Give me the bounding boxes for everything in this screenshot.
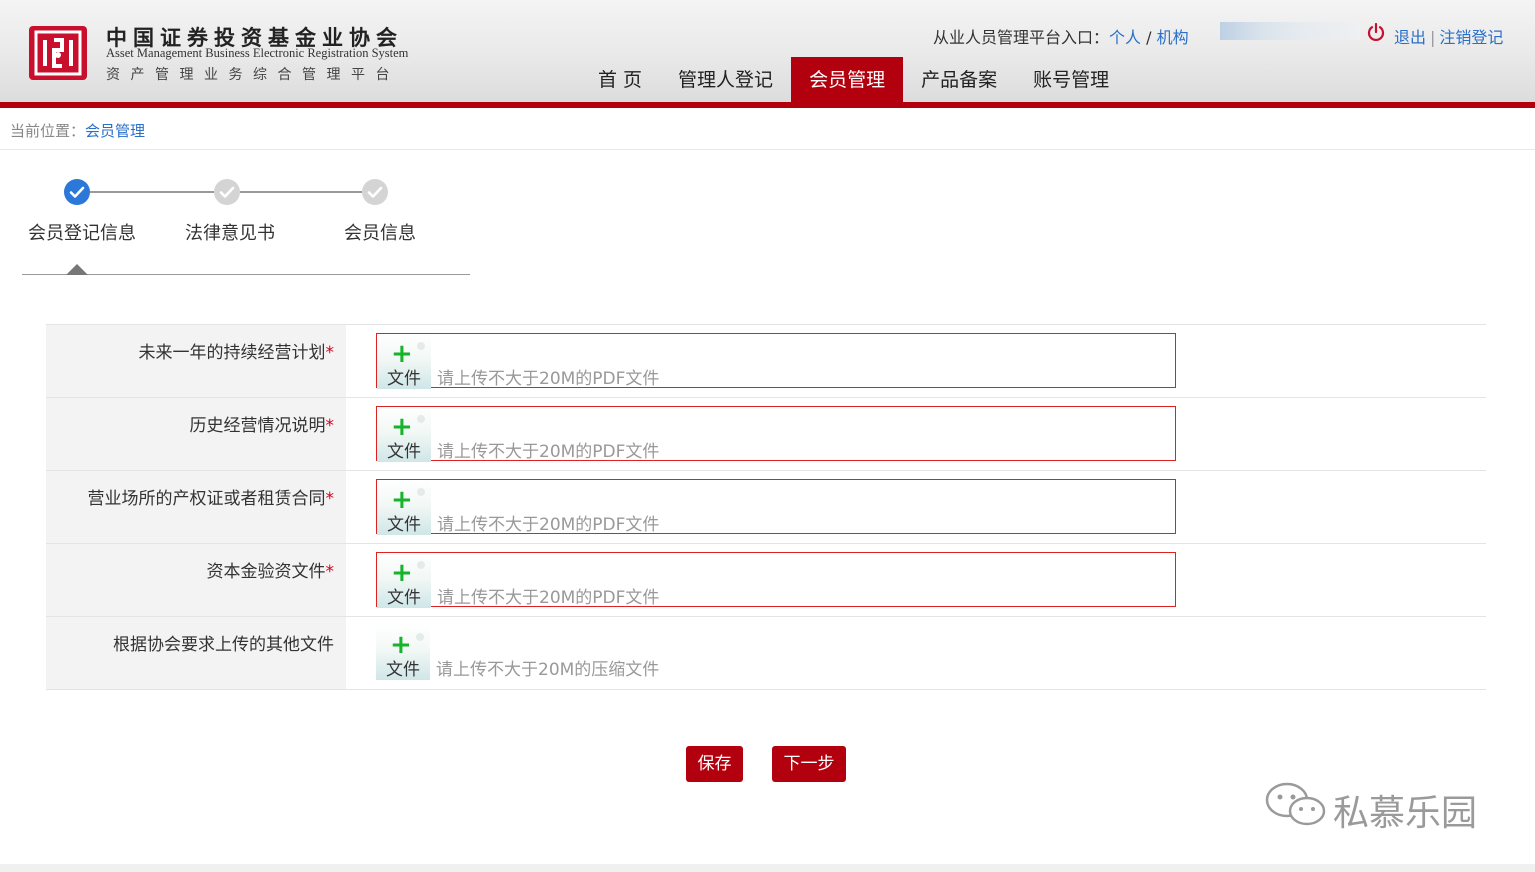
step-1-label[interactable]: 会员登记信息 <box>28 219 136 245</box>
required-mark: * <box>325 562 335 582</box>
nav-product-filing[interactable]: 产品备案 <box>903 57 1015 102</box>
add-file-button[interactable]: + 文件 <box>377 553 431 608</box>
link-separator: | <box>1430 28 1436 47</box>
breadcrumb-current[interactable]: 会员管理 <box>85 122 145 140</box>
upload-hint: 请上传不大于20M的PDF文件 <box>437 588 660 608</box>
nav-membership[interactable]: 会员管理 <box>791 57 904 102</box>
steps-underline <box>22 274 470 275</box>
watermark: 私慕乐园 <box>1263 780 1493 834</box>
field-label-text: 资本金验资文件 <box>206 562 326 582</box>
wechat-icon <box>1265 782 1326 826</box>
current-step-caret-icon <box>66 264 88 275</box>
upload-hint: 请上传不大于20M的压缩文件 <box>436 660 660 680</box>
form-row-history: 历史经营情况说明* + 文件 请上传不大于20M的PDF文件 <box>46 397 1486 470</box>
file-upload-box[interactable]: + 文件 请上传不大于20M的PDF文件 <box>376 552 1176 608</box>
field-label-text: 历史经营情况说明 <box>189 416 326 436</box>
watermark-text: 私慕乐园 <box>1333 793 1478 834</box>
add-file-label: 文件 <box>387 369 421 389</box>
file-upload-box[interactable]: + 文件 请上传不大于20M的PDF文件 <box>376 333 1176 389</box>
add-file-button[interactable]: + 文件 <box>377 407 431 462</box>
portal-individual-link[interactable]: 个人 <box>1109 28 1141 47</box>
form-row-other-files: 根据协会要求上传的其他文件 + 文件 请上传不大于20M的压缩文件 <box>46 616 1486 690</box>
system-name-cn: 资产管理业务综合管理平台 <box>106 67 400 83</box>
step-connector <box>240 191 362 193</box>
step-3-check-icon <box>362 179 388 205</box>
field-label-text: 未来一年的持续经营计划 <box>138 343 326 363</box>
nav-account-management[interactable]: 账号管理 <box>1015 57 1127 102</box>
field-label: 资本金验资文件* <box>207 557 335 582</box>
step-1-check-icon <box>64 179 90 205</box>
next-step-button[interactable]: 下一步 <box>772 746 846 782</box>
upload-form: 未来一年的持续经营计划* + 文件 请上传不大于20M的PDF文件 历史经营情况… <box>46 324 1486 690</box>
field-label-cell: 历史经营情况说明* <box>46 398 346 470</box>
required-mark: * <box>325 416 335 436</box>
upload-hint: 请上传不大于20M的PDF文件 <box>437 369 660 389</box>
breadcrumb-divider <box>0 149 1535 150</box>
breadcrumb-prefix: 当前位置： <box>10 122 86 140</box>
user-name-redacted <box>1220 22 1360 40</box>
status-dot-icon <box>417 488 425 496</box>
status-dot-icon <box>417 415 425 423</box>
status-dot-icon <box>417 342 425 350</box>
power-icon[interactable] <box>1366 22 1386 42</box>
association-logo[interactable] <box>28 24 88 82</box>
nav-home[interactable]: 首 页 <box>580 57 660 102</box>
add-file-button[interactable]: + 文件 <box>376 625 430 680</box>
upload-hint: 请上传不大于20M的PDF文件 <box>437 442 660 462</box>
form-row-capital-verification: 资本金验资文件* + 文件 请上传不大于20M的PDF文件 <box>46 543 1486 616</box>
field-label-cell: 根据协会要求上传的其他文件 <box>46 617 346 689</box>
header-divider <box>0 102 1535 108</box>
status-dot-icon <box>416 633 424 641</box>
field-label: 未来一年的持续经营计划* <box>139 338 335 363</box>
field-label-text: 营业场所的产权证或者租赁合同 <box>87 489 326 509</box>
progress-steps: 会员登记信息 法律意见书 会员信息 <box>22 175 470 276</box>
required-mark: * <box>325 343 335 363</box>
main-nav: 首 页 管理人登记 会员管理 产品备案 账号管理 <box>580 57 1127 102</box>
upload-hint: 请上传不大于20M的PDF文件 <box>437 515 660 535</box>
step-connector <box>90 191 214 193</box>
breadcrumb: 当前位置：会员管理 <box>10 120 145 141</box>
step-2-check-icon <box>214 179 240 205</box>
nav-manager-registration[interactable]: 管理人登记 <box>660 57 791 102</box>
add-file-button[interactable]: + 文件 <box>377 334 431 389</box>
field-label-text: 根据协会要求上传的其他文件 <box>113 635 334 655</box>
field-label: 根据协会要求上传的其他文件 <box>113 630 334 655</box>
site-header: 中国证券投资基金业协会 Asset Management Business El… <box>0 0 1535 102</box>
portal-institution-link[interactable]: 机构 <box>1157 28 1189 47</box>
file-upload-box[interactable]: + 文件 请上传不大于20M的PDF文件 <box>376 479 1176 535</box>
portal-entry: 从业人员管理平台入口：个人 / 机构 <box>933 24 1189 48</box>
required-mark: * <box>325 489 335 509</box>
field-label-cell: 营业场所的产权证或者租赁合同* <box>46 471 346 543</box>
field-label-cell: 未来一年的持续经营计划* <box>46 325 346 397</box>
form-row-business-plan: 未来一年的持续经营计划* + 文件 请上传不大于20M的PDF文件 <box>46 324 1486 397</box>
form-row-premises: 营业场所的产权证或者租赁合同* + 文件 请上传不大于20M的PDF文件 <box>46 470 1486 543</box>
file-upload-box[interactable]: + 文件 请上传不大于20M的压缩文件 <box>376 625 1176 680</box>
field-label: 历史经营情况说明* <box>190 411 335 436</box>
account-links: 退出 | 注销登记 <box>1394 24 1503 48</box>
add-file-label: 文件 <box>386 660 420 680</box>
portal-separator: / <box>1141 28 1157 47</box>
field-label: 营业场所的产权证或者租赁合同* <box>88 484 335 509</box>
portal-entry-label: 从业人员管理平台入口： <box>933 28 1110 47</box>
add-file-label: 文件 <box>387 515 421 535</box>
add-file-label: 文件 <box>387 588 421 608</box>
step-2-label[interactable]: 法律意见书 <box>185 219 275 245</box>
step-3-label[interactable]: 会员信息 <box>344 219 416 245</box>
logout-link[interactable]: 退出 <box>1394 28 1426 47</box>
system-name-en: Asset Management Business Electronic Reg… <box>106 46 409 60</box>
add-file-button[interactable]: + 文件 <box>377 480 431 535</box>
status-dot-icon <box>417 561 425 569</box>
save-button[interactable]: 保存 <box>686 746 743 782</box>
footer-strip <box>0 864 1535 872</box>
file-upload-box[interactable]: + 文件 请上传不大于20M的PDF文件 <box>376 406 1176 462</box>
add-file-label: 文件 <box>387 442 421 462</box>
cancel-registration-link[interactable]: 注销登记 <box>1439 28 1503 47</box>
field-label-cell: 资本金验资文件* <box>46 544 346 616</box>
